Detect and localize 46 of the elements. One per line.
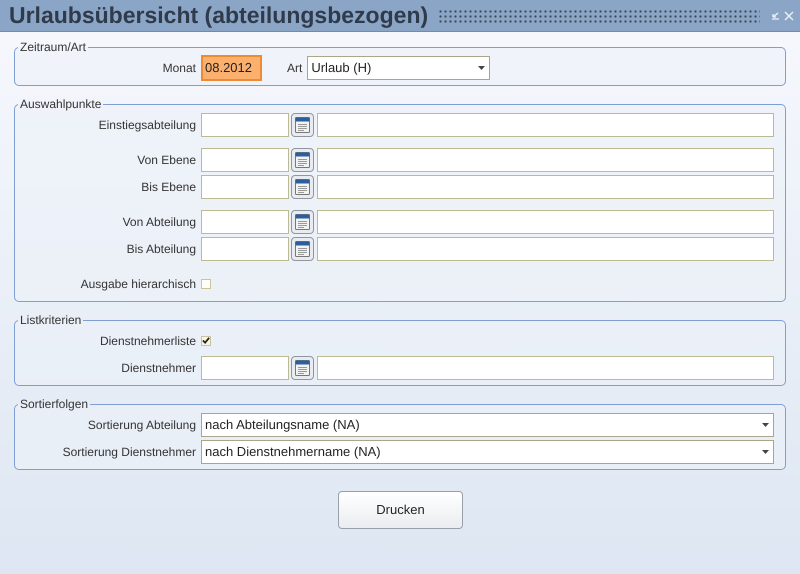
sort-select[interactable]: nach Dienstnehmername (NA) (201, 440, 774, 464)
code-field[interactable] (201, 112, 289, 136)
field-label: Dienstnehmerliste (98, 332, 197, 350)
sort-select[interactable]: nach Abteilungsname (NA) (201, 412, 774, 436)
list-icon (295, 240, 310, 256)
code-field[interactable] (201, 236, 289, 260)
field-label: Ausgabe hierarchisch (80, 276, 197, 292)
type-select[interactable]: Urlaub (H) (307, 56, 490, 80)
code-field[interactable] (201, 210, 289, 234)
field-label: Sortierung Abteilung (86, 416, 197, 434)
field-label: Einstiegsabteilung (98, 116, 197, 134)
field-label: Dienstnehmer (120, 360, 197, 376)
field-label: Bis Ebene (140, 178, 197, 196)
list-icon (295, 116, 310, 132)
window-title: Urlaubsübersicht (abteilungsbezogen) (9, 1, 428, 30)
code-field[interactable] (201, 148, 289, 172)
field-label: Monat (162, 60, 197, 76)
lookup-button[interactable] (291, 148, 314, 172)
code-field[interactable] (201, 174, 289, 198)
group-legend: Listkriterien (18, 313, 84, 327)
field-label: Von Abteilung (122, 214, 197, 230)
dropdown-arrow-icon (478, 66, 486, 70)
checkbox[interactable] (201, 336, 211, 346)
list-icon (295, 178, 310, 194)
lookup-button[interactable] (291, 210, 314, 234)
field-label: Bis Abteilung (126, 240, 197, 258)
field-label: Sortierung Dienstnehmer (62, 444, 197, 460)
minimize-icon[interactable] (770, 10, 780, 20)
group-legend: Sortierfolgen (18, 397, 90, 411)
group-legend: Zeitraum/Art (18, 40, 88, 54)
lookup-button[interactable] (291, 236, 314, 260)
print-button[interactable]: Drucken (338, 491, 463, 529)
code-field[interactable] (201, 356, 289, 380)
field-label: Art (287, 60, 302, 76)
lookup-button[interactable] (291, 112, 314, 136)
list-icon (295, 360, 310, 376)
close-icon[interactable] (784, 10, 794, 20)
lookup-button[interactable] (291, 356, 314, 380)
lookup-button[interactable] (291, 174, 314, 198)
list-icon (295, 214, 310, 230)
list-icon (295, 152, 310, 168)
dropdown-arrow-icon (762, 450, 769, 454)
dropdown-arrow-icon (762, 422, 769, 426)
group-legend: Auswahlpunkte (18, 97, 104, 111)
month-field[interactable]: 08.2012 (201, 54, 262, 80)
field-label: Von Ebene (136, 152, 197, 168)
